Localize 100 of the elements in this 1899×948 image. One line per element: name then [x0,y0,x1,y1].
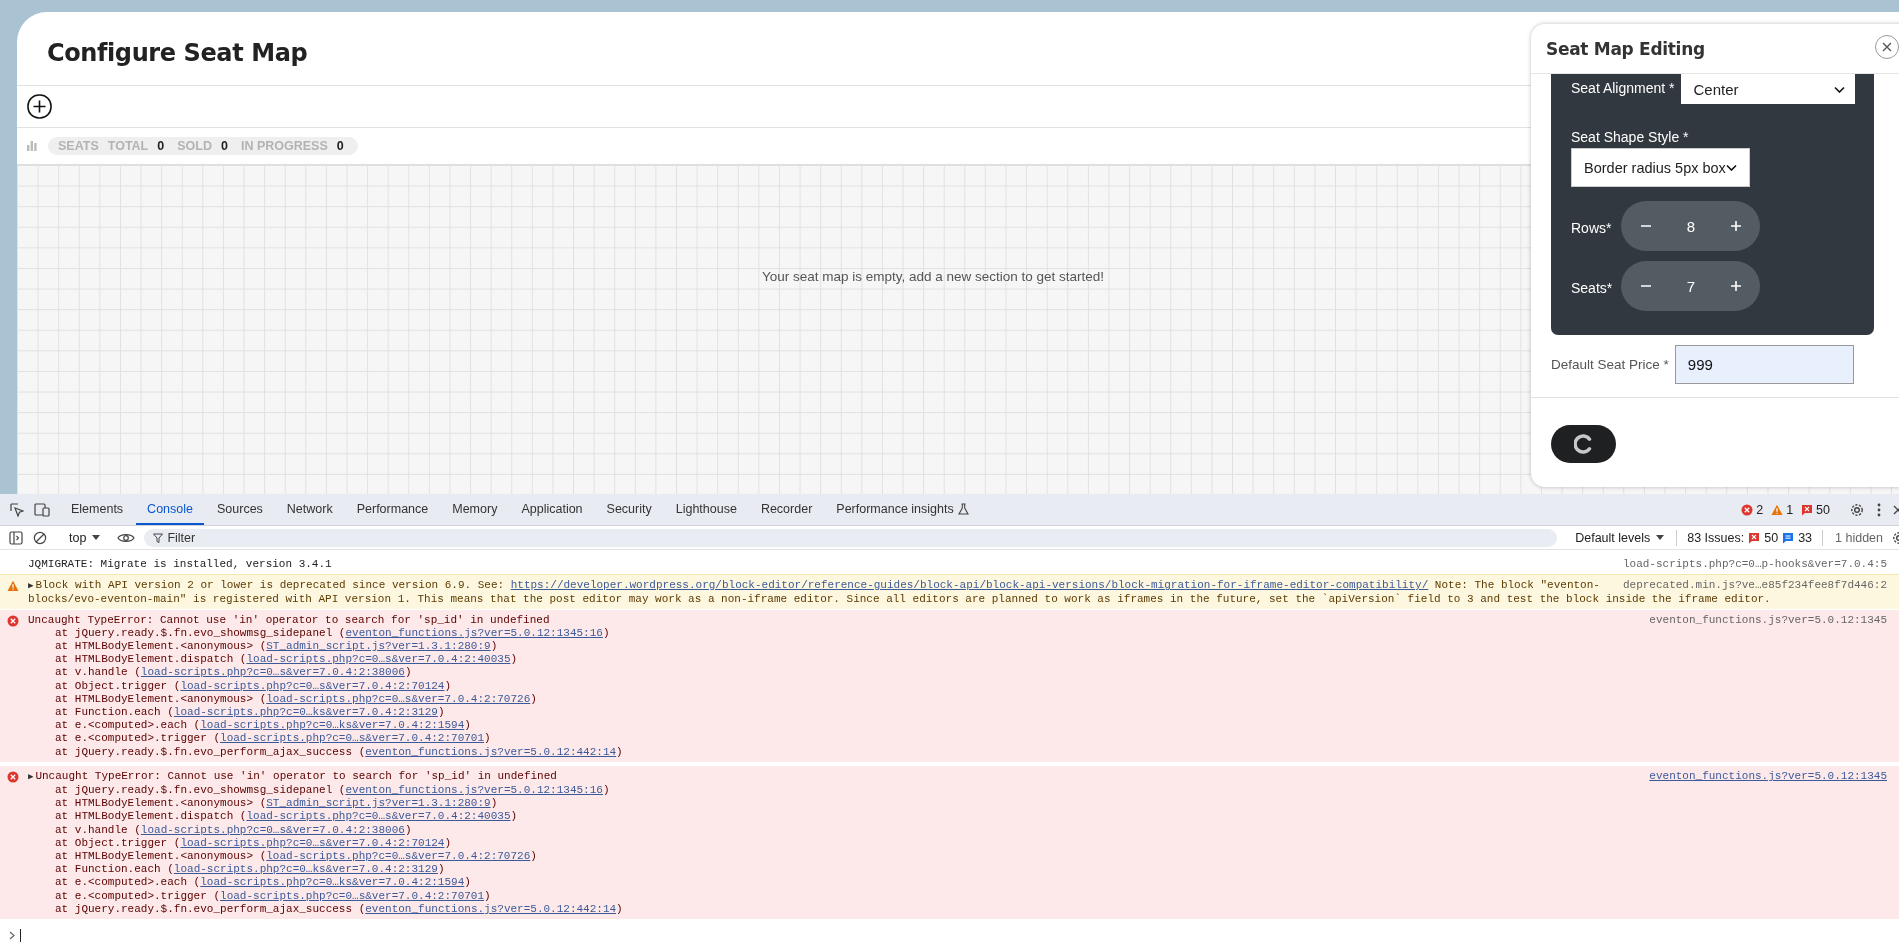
field-label: Seat Alignment * [1571,79,1675,96]
issues-button[interactable]: 83 Issues: 50 33 [1681,530,1819,545]
devtools-tab[interactable]: Performance insights [825,494,980,525]
stack-frame: at v.handle (load-scripts.php?c=0…s&ver=7.0.4:2:38006) [28,823,1887,837]
console-link[interactable]: load-scripts.php?c=0…ks&ver=7.0.4:2:1594 [200,876,465,889]
settings-icon[interactable] [1849,501,1865,518]
close-icon[interactable] [1893,504,1899,515]
warning-icon [7,580,19,593]
issue-icon [1801,503,1814,516]
console-link[interactable]: load-scripts.php?c=0…s&ver=7.0.4:2:70701 [220,889,485,902]
console-link[interactable]: eventon_functions.js?ver=5.0.12:442:14 [365,745,617,758]
console-link[interactable]: load-scripts.php?c=0…s&ver=7.0.4:2:40035 [246,810,511,823]
devtools-tab[interactable]: Recorder [749,494,824,525]
console-link[interactable]: load-scripts.php?c=0…ks&ver=7.0.4:2:3129 [173,863,438,876]
context-dropdown[interactable]: top [57,530,111,545]
page-title: Configure Seat Map [47,38,308,67]
console-link[interactable]: load-scripts.php?c=0…s&ver=7.0.4:2:38006 [140,823,405,836]
field-label: Seat Shape Style * [1571,129,1690,145]
error-message: Uncaught TypeError: Cannot use 'in' operator to search for 'sp_id' in undefined [28,613,550,626]
stack-frame: at HTMLBodyElement.<anonymous> (ST_admin_script.js?ver=1.3.1:280:9) [28,797,1887,811]
console-link[interactable]: load-scripts.php?c=0…s&ver=7.0.4:2:70726 [266,850,531,863]
stat-label: SOLD [177,139,212,153]
stepper-value: 7 [1686,277,1696,295]
console-link[interactable]: https://developer.wordpress.org/block-editor/reference-guides/block-api/block-api-versions/block-migration-for-iframe-editor-compatibility/ [510,579,1429,592]
filter-icon [153,532,164,543]
price-field[interactable]: 999 [1674,344,1854,384]
save-button[interactable] [1551,425,1616,463]
stack-frame: at v.handle (load-scripts.php?c=0…s&ver=7.0.4:2:38006) [28,666,1887,680]
bar-chart-icon [27,141,37,151]
console-link[interactable]: load-scripts.php?c=0…s&ver=7.0.4:2:70701 [220,732,485,745]
devtools-tab[interactable]: Network [275,494,344,525]
console-link[interactable]: eventon_functions.js?ver=5.0.12:1345:16 [345,784,603,797]
devtools-tab[interactable]: Security [595,494,663,525]
stat-value: 0 [220,139,228,153]
plus-icon[interactable] [1730,220,1742,232]
error-icon [1741,503,1754,516]
console-link[interactable]: eventon_functions.js?ver=5.0.12:1345:16 [345,626,603,639]
devtools-tab[interactable]: Elements [60,494,135,525]
expand-toggle[interactable]: ▶ [28,581,34,592]
clear-icon[interactable] [33,530,47,545]
settings-icon[interactable] [1891,529,1899,546]
console-link[interactable]: load-scripts.php?c=0…s&ver=7.0.4:2:38006 [140,666,405,679]
console-link[interactable]: ST_admin_script.js?ver=1.3.1:280:9 [266,797,491,810]
stack-frame: at HTMLBodyElement.<anonymous> (load-scripts.php?c=0…s&ver=7.0.4:2:70726) [28,850,1887,864]
source-link[interactable]: eventon_functions.js?ver=5.0.12:1345 [1649,769,1887,785]
stack-frame: at HTMLBodyElement.dispatch (load-scripts.php?c=0…s&ver=7.0.4:2:40035) [28,653,1887,667]
message-icon [1782,531,1795,544]
error-icon [7,614,19,627]
issue-count[interactable]: 50 [1816,502,1830,517]
plus-icon[interactable] [1730,280,1742,292]
devtools-tab[interactable]: Sources [206,494,274,525]
filter-field[interactable]: Filter [144,528,1558,547]
close-button[interactable] [1875,35,1899,59]
stack-frame: at Function.each (load-scripts.php?c=0…ks&ver=7.0.4:2:3129) [28,706,1887,720]
expand-toggle[interactable]: ▶ [28,771,34,782]
console-link[interactable]: eventon_functions.js?ver=5.0.12:442:14 [365,902,617,915]
console-link[interactable]: load-scripts.php?c=0…s&ver=7.0.4:2:70124 [180,679,445,692]
stack-frame: at HTMLBodyElement.dispatch (load-scripts.php?c=0…s&ver=7.0.4:2:40035) [28,810,1887,824]
sidebar-icon[interactable] [9,530,23,545]
stat-value: 0 [157,139,165,153]
devtools-tab[interactable]: Application [510,494,594,525]
chevron-down-icon [1726,164,1737,171]
console-link[interactable]: load-scripts.php?c=0…ks&ver=7.0.4:2:3129 [173,706,438,719]
devtools-tab[interactable]: Console [136,494,204,525]
select-field[interactable]: Border radius 5px box [1571,148,1750,187]
stepper-value: 8 [1686,217,1696,235]
stack-frame: at jQuery.ready.$.fn.evo_showmsg_sidepanel (eventon_functions.js?ver=5.0.12:1345:16) [28,626,1887,640]
device-icon[interactable] [34,502,50,517]
stack-frame: at HTMLBodyElement.<anonymous> (ST_admin_script.js?ver=1.3.1:280:9) [28,640,1887,654]
console-link[interactable]: ST_admin_script.js?ver=1.3.1:280:9 [266,640,491,652]
devtools-tab[interactable]: Memory [441,494,509,525]
stack-frame: at Object.trigger (load-scripts.php?c=0…s&ver=7.0.4:2:70124) [28,679,1887,693]
console-link[interactable]: load-scripts.php?c=0…s&ver=7.0.4:2:40035 [246,653,511,666]
stack-frame: at jQuery.ready.$.fn.evo_showmsg_sidepanel (eventon_functions.js?ver=5.0.12:1345:16) [28,784,1887,798]
close-icon[interactable] [1882,42,1892,52]
stack-frame: at Function.each (load-scripts.php?c=0…ks&ver=7.0.4:2:3129) [28,863,1887,877]
field-label: Seats* [1571,279,1611,296]
stack-frame: at e.<computed>.each (load-scripts.php?c=0…ks&ver=7.0.4:2:1594) [28,719,1887,733]
devtools-tab[interactable]: Lighthouse [664,494,748,525]
error-message: Uncaught TypeError: Cannot use 'in' operator to search for 'sp_id' in undefined [35,769,557,782]
issue-icon [1748,531,1761,544]
select-field[interactable]: Center [1680,74,1855,104]
console-link[interactable]: load-scripts.php?c=0…s&ver=7.0.4:2:70726 [266,692,531,705]
stack-frame: at jQuery.ready.$.fn.evo_perform_ajax_success (eventon_functions.js?ver=5.0.12:442:14) [28,745,1887,759]
add-icon[interactable] [27,94,52,119]
stack-frame: at e.<computed>.trigger (load-scripts.php?c=0…s&ver=7.0.4:2:70701) [28,732,1887,746]
console-link[interactable]: load-scripts.php?c=0…s&ver=7.0.4:2:70124 [180,836,445,849]
spinner-icon [1573,434,1594,454]
more-icon[interactable] [1877,502,1881,517]
stat-label: TOTAL [107,139,149,153]
inspect-icon[interactable] [10,502,24,517]
eye-icon[interactable] [117,531,136,544]
console-link[interactable]: load-scripts.php?c=0…ks&ver=7.0.4:2:1594 [200,719,465,732]
warning-count[interactable]: 1 [1786,502,1794,517]
stat-label: IN PROGRESS [240,139,328,153]
warning-icon [1771,503,1784,516]
levels-dropdown[interactable]: Default levels [1567,530,1673,545]
devtools-tab[interactable]: Performance [345,494,440,525]
field-label: Default Seat Price * [1551,356,1669,372]
error-count[interactable]: 2 [1756,502,1764,517]
